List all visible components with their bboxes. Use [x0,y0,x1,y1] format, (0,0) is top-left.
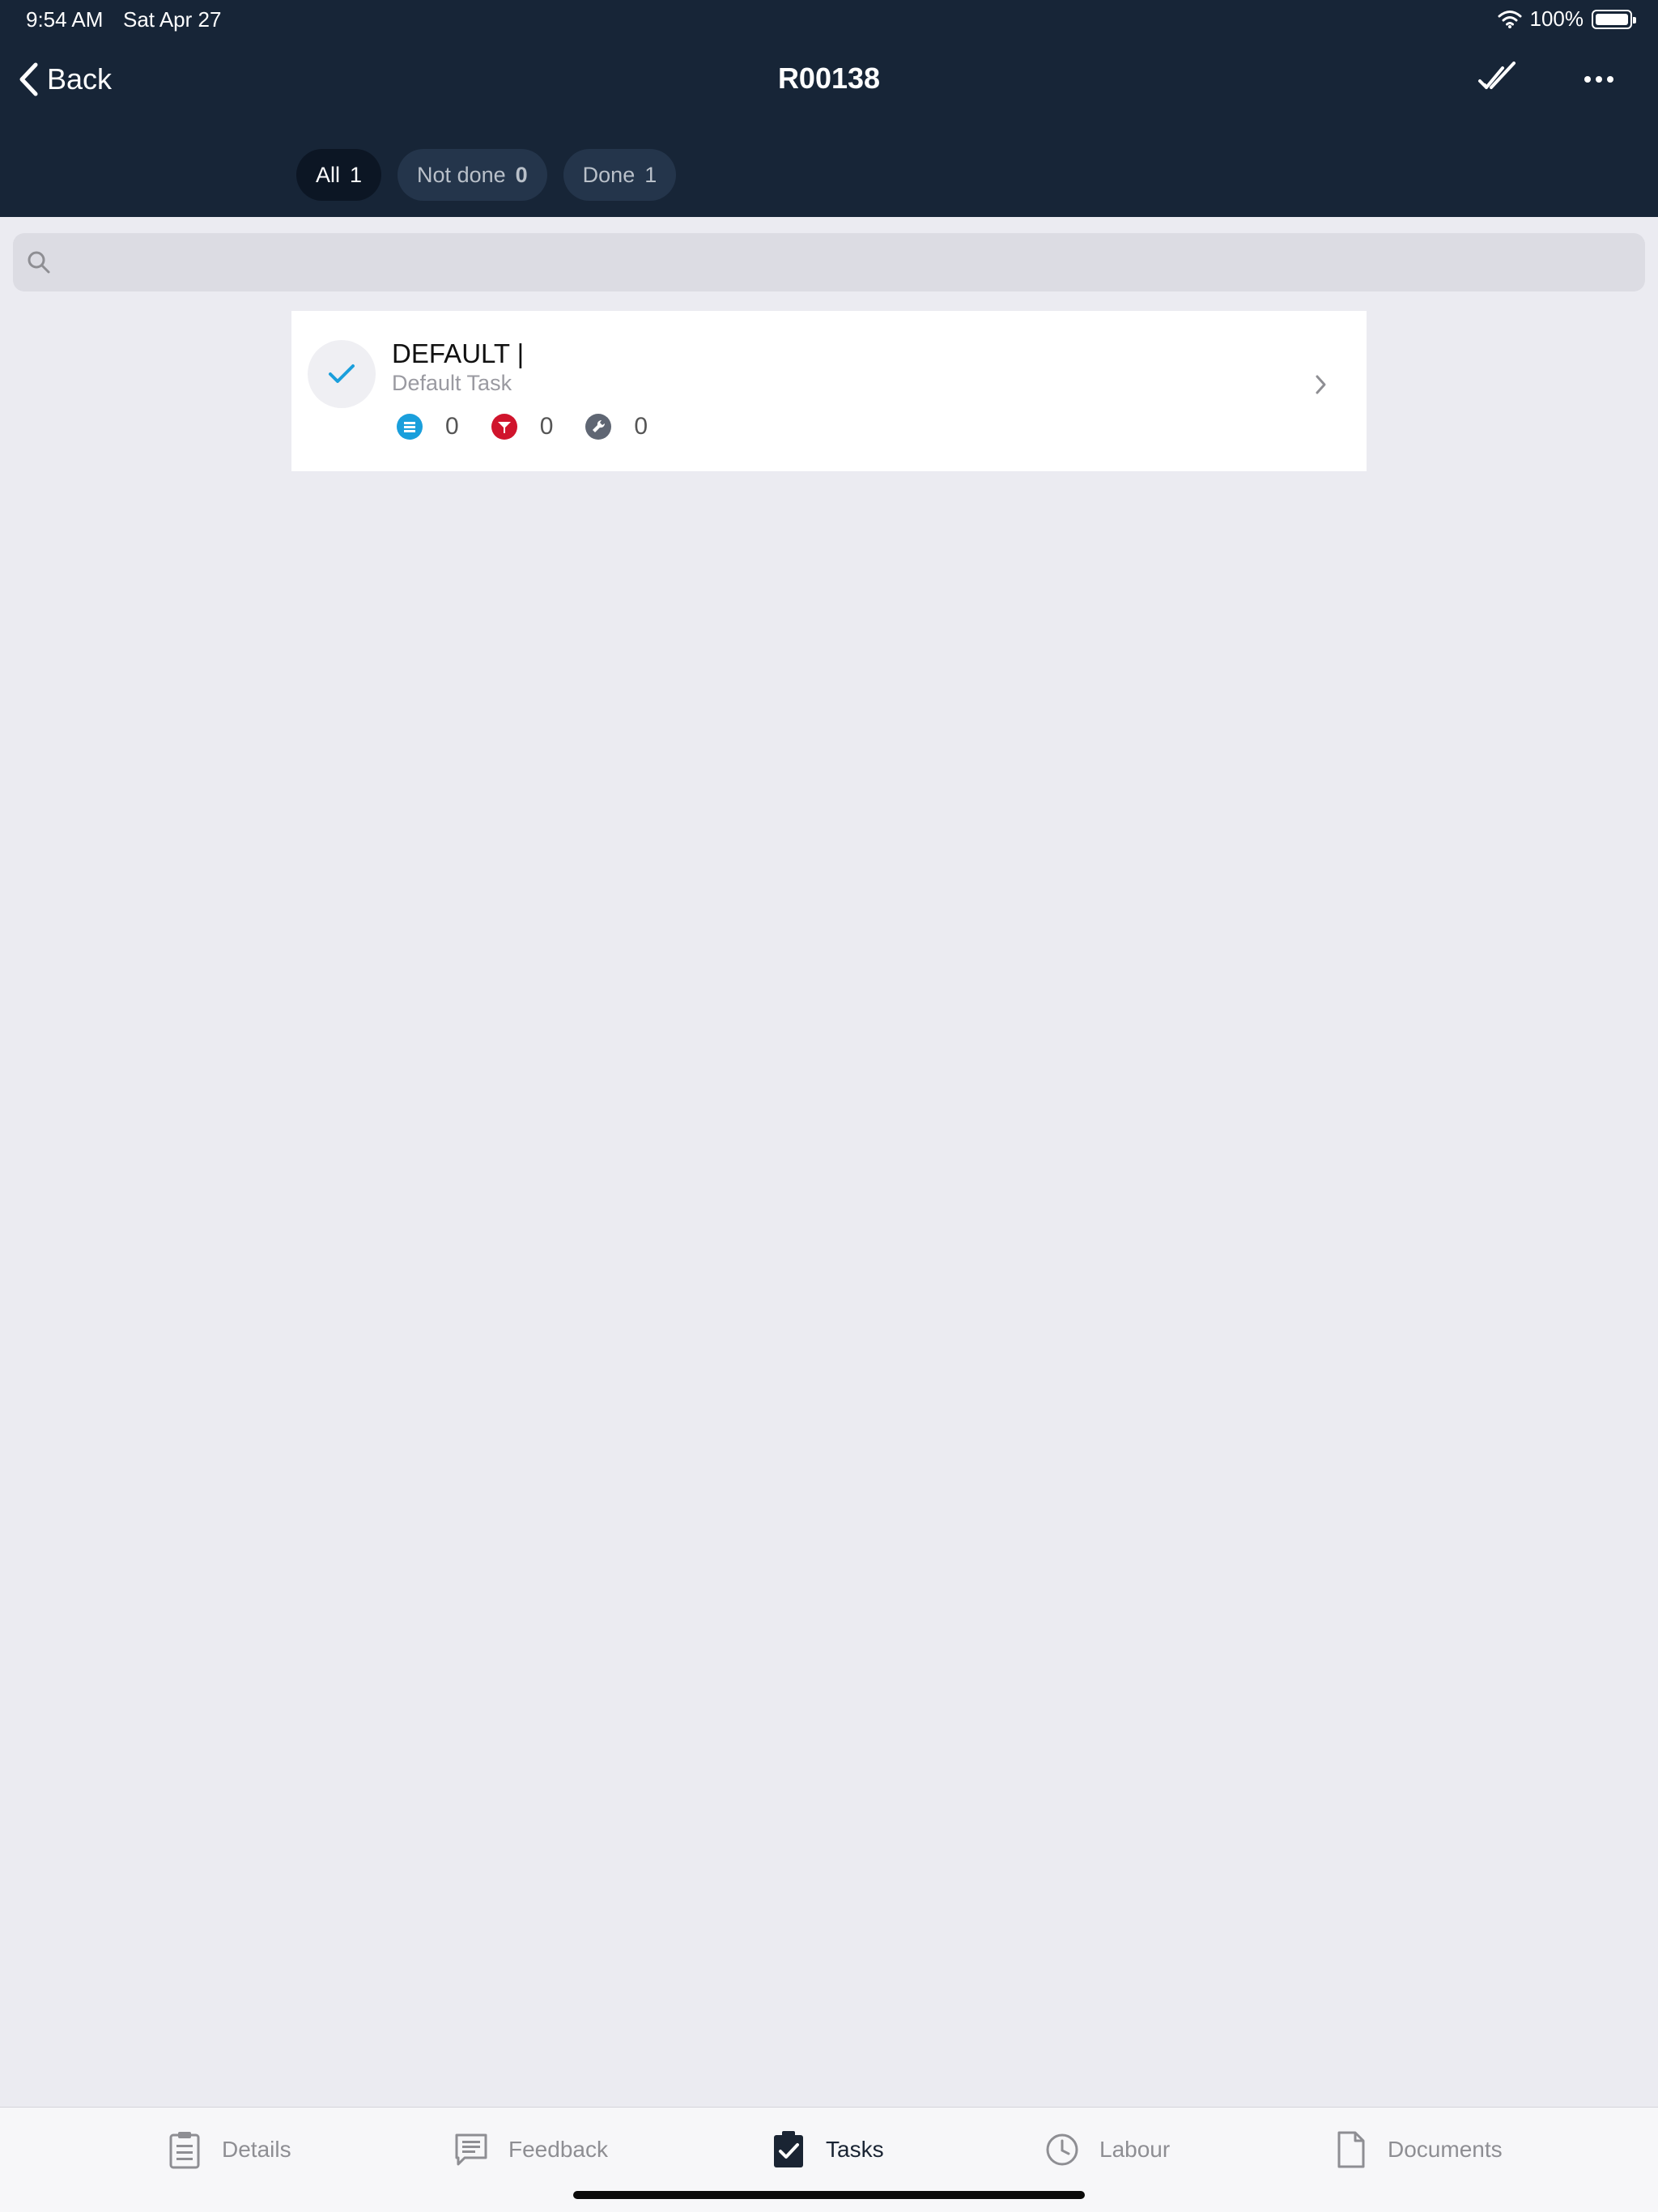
stat-parts-value: 0 [634,413,648,440]
more-icon[interactable] [1579,63,1619,96]
tab-label: Documents [1388,2137,1503,2162]
header: 9:54 AM Sat Apr 27 100% Back R00138 All … [0,0,1658,217]
status-time: 9:54 AM [26,7,104,32]
tab-label: Feedback [508,2137,608,2162]
wrench-icon [585,414,612,440]
tab-label: Labour [1099,2137,1171,2162]
stat-defects: 0 [491,413,554,440]
double-check-icon[interactable] [1475,60,1524,97]
filter-label: Not done [417,162,506,187]
chevron-right-icon [1316,375,1326,394]
search-bar [13,233,1645,291]
clipboard-icon [169,2132,200,2169]
home-indicator [573,2191,1085,2199]
clipboard-check-icon [774,2131,803,2167]
filter-chips: All 1 Not done 0 Done 1 [296,149,677,201]
filter-all[interactable]: All 1 [296,149,382,201]
stat-notes: 0 [397,413,459,440]
stat-parts: 0 [585,413,648,440]
search-input[interactable] [53,233,1645,291]
filter-label: Done [582,162,636,187]
battery-icon [1592,9,1636,29]
status-right: 100% [1498,6,1636,32]
tab-details[interactable]: Details [167,2129,291,2171]
filter-label: All [316,162,341,187]
task-row[interactable]: DEFAULT | Default Task 0 0 0 [291,311,1367,471]
filter-not-done[interactable]: Not done 0 [397,149,547,201]
tab-documents[interactable]: Documents [1333,2129,1503,2171]
task-stats: 0 0 0 [397,413,680,440]
status-bar: 9:54 AM Sat Apr 27 100% [0,0,1658,39]
wifi-icon [1498,10,1521,28]
notes-icon [397,414,423,440]
stat-defects-value: 0 [539,413,554,440]
task-done-toggle[interactable] [308,340,376,408]
filter-count: 0 [515,162,528,187]
tab-labour[interactable]: Labour [1044,2129,1170,2171]
app-root: 9:54 AM Sat Apr 27 100% Back R00138 All … [0,0,1658,2212]
stat-notes-value: 0 [445,413,459,440]
filter-count: 1 [350,162,363,187]
filter-count: 1 [644,162,657,187]
tab-tasks[interactable]: Tasks [771,2129,884,2171]
task-title: DEFAULT | [392,338,525,368]
tab-label: Tasks [826,2137,884,2162]
checkmark-icon [329,364,355,383]
clock-icon [1046,2133,1078,2166]
battery-percent: 100% [1529,6,1584,31]
nav-bar: Back R00138 [0,39,1658,120]
search-icon [28,251,50,274]
tab-label: Details [222,2137,291,2162]
page-title: R00138 [777,62,881,95]
message-icon [455,2133,487,2166]
status-date: Sat Apr 27 [123,7,222,32]
document-icon [1337,2131,1365,2168]
task-subtitle: Default Task [392,371,512,395]
defect-flag-icon [491,414,517,440]
tab-feedback[interactable]: Feedback [453,2129,608,2171]
filter-done[interactable]: Done 1 [563,149,677,201]
